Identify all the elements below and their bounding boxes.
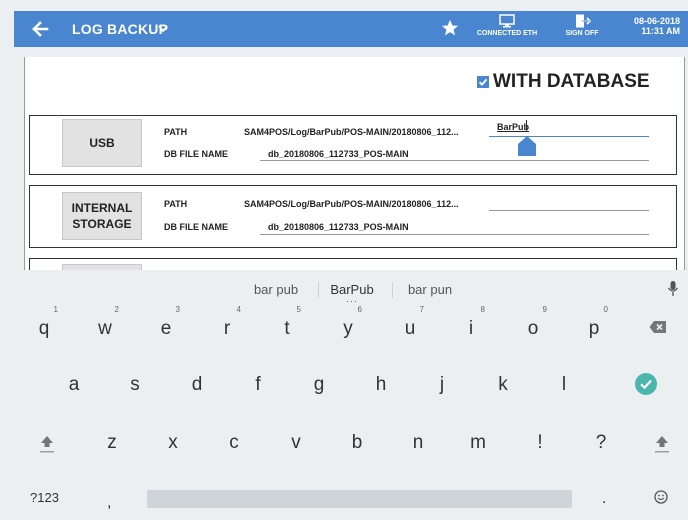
key-question[interactable]: ? [581, 423, 621, 463]
checkbox-checked-icon[interactable] [477, 76, 489, 88]
key-v[interactable]: v [276, 423, 316, 463]
key-hint-0: 0 [603, 305, 608, 314]
key-s[interactable]: s [115, 365, 155, 405]
key-r[interactable]: r4 [207, 305, 247, 349]
key-hint-7: 7 [419, 305, 424, 314]
key-hint-3: 3 [175, 305, 180, 314]
soft-keyboard: bar pub BarPub ··· bar pun q1 w2 e3 r4 t5 y6 u… [14, 270, 688, 520]
key-f[interactable]: f [238, 365, 278, 405]
key-hint-2: 2 [114, 305, 119, 314]
key-t[interactable]: t5 [267, 305, 307, 349]
suggestion-divider [392, 282, 393, 298]
usb-panel: USB PATH SAM4POS/Log/BarPub/POS-MAIN/201… [29, 115, 677, 175]
mic-icon[interactable] [667, 280, 679, 298]
key-o[interactable]: o9 [513, 305, 553, 349]
key-q[interactable]: q1 [24, 305, 64, 349]
date-time: 08-06-2018 11:31 AM [620, 16, 680, 36]
backup-content: WITH DATABASE USB PATH SAM4POS/Log/BarPu… [24, 57, 685, 286]
sign-off-label: SIGN OFF [565, 30, 599, 37]
space-bar[interactable] [147, 490, 572, 508]
sign-off-button[interactable]: SIGN OFF [557, 14, 607, 37]
key-y[interactable]: y6 [328, 305, 368, 349]
monitor-icon [499, 14, 515, 28]
internal-label-line1: INTERNAL [71, 201, 133, 215]
suggestion-1[interactable]: bar pub [250, 282, 302, 297]
internal-db-underline [260, 234, 649, 235]
suggestion-2[interactable]: BarPub [328, 282, 376, 297]
key-h[interactable]: h [361, 365, 401, 405]
usb-path-value: SAM4POS/Log/BarPub/POS-MAIN/20180806_112… [244, 127, 459, 137]
emoji-icon[interactable] [654, 490, 668, 504]
time-text: 11:31 AM [641, 26, 680, 36]
chevron-down-icon[interactable] [157, 24, 169, 34]
key-m[interactable]: m [458, 423, 498, 463]
key-p[interactable]: p0 [574, 305, 614, 349]
comma-key[interactable]: , [107, 494, 111, 512]
period-key[interactable]: . [602, 490, 606, 508]
key-x[interactable]: x [153, 423, 193, 463]
key-hint-6: 6 [357, 305, 362, 314]
key-hint-5: 5 [296, 305, 301, 314]
shift-icon[interactable] [39, 434, 55, 454]
key-b[interactable]: b [337, 423, 377, 463]
usb-db-underline [260, 160, 649, 161]
key-d[interactable]: d [177, 365, 217, 405]
usb-path-label: PATH [164, 127, 188, 137]
page-title[interactable]: LOG BACKUP [72, 21, 168, 37]
app-bar: LOG BACKUP CONNECTED ETH SIGN OFF 08-06-… [14, 11, 688, 47]
with-database-checkbox[interactable]: WITH DATABASE [477, 71, 650, 93]
suggestion-divider [318, 282, 319, 298]
connection-status[interactable]: CONNECTED ETH [470, 14, 544, 37]
key-hint-9: 9 [542, 305, 547, 314]
key-n[interactable]: n [398, 423, 438, 463]
key-u[interactable]: u7 [390, 305, 430, 349]
usb-path-input-underline [489, 136, 649, 137]
shift-icon[interactable] [654, 434, 670, 454]
key-g[interactable]: g [299, 365, 339, 405]
key-i[interactable]: i8 [451, 305, 491, 349]
connection-label: CONNECTED ETH [476, 30, 538, 37]
suggestion-3[interactable]: bar pun [404, 282, 456, 297]
key-hint-8: 8 [480, 305, 485, 314]
usb-db-label: DB FILE NAME [164, 149, 228, 159]
key-exclamation[interactable]: ! [520, 423, 560, 463]
backspace-icon[interactable] [649, 320, 667, 334]
internal-storage-button[interactable]: INTERNAL STORAGE [62, 192, 142, 240]
symbols-key[interactable]: ?123 [30, 490, 59, 505]
key-c[interactable]: c [214, 423, 254, 463]
back-arrow-icon[interactable] [30, 19, 50, 39]
internal-db-label: DB FILE NAME [164, 222, 228, 232]
key-hint-4: 4 [236, 305, 241, 314]
date-text: 08-06-2018 [633, 16, 680, 26]
usb-button[interactable]: USB [62, 119, 142, 167]
text-cursor [526, 120, 527, 132]
usb-path-input[interactable]: BarPub [497, 122, 529, 132]
with-database-label: WITH DATABASE [493, 71, 650, 92]
internal-path-input[interactable] [489, 210, 649, 211]
internal-storage-panel: INTERNAL STORAGE PATH SAM4POS/Log/BarPub/… [29, 185, 677, 248]
key-w[interactable]: w2 [85, 305, 125, 349]
key-k[interactable]: k [483, 365, 523, 405]
key-hint-1: 1 [53, 305, 58, 314]
internal-label-line2: STORAGE [72, 217, 132, 231]
key-j[interactable]: j [422, 365, 462, 405]
internal-path-value: SAM4POS/Log/BarPub/POS-MAIN/20180806_112… [244, 199, 459, 209]
key-a[interactable]: a [54, 365, 94, 405]
star-icon[interactable] [441, 19, 459, 37]
key-z[interactable]: z [92, 423, 132, 463]
more-suggestions-dots[interactable]: ··· [346, 296, 358, 306]
exit-door-icon [576, 14, 591, 28]
internal-path-label: PATH [164, 199, 188, 209]
text-selection-handle-icon[interactable] [518, 136, 536, 156]
check-icon[interactable] [635, 373, 657, 395]
key-e[interactable]: e3 [146, 305, 186, 349]
key-l[interactable]: l [544, 365, 584, 405]
internal-db-value[interactable]: db_20180806_112733_POS-MAIN [268, 222, 409, 232]
usb-db-value[interactable]: db_20180806_112733_POS-MAIN [268, 149, 409, 159]
